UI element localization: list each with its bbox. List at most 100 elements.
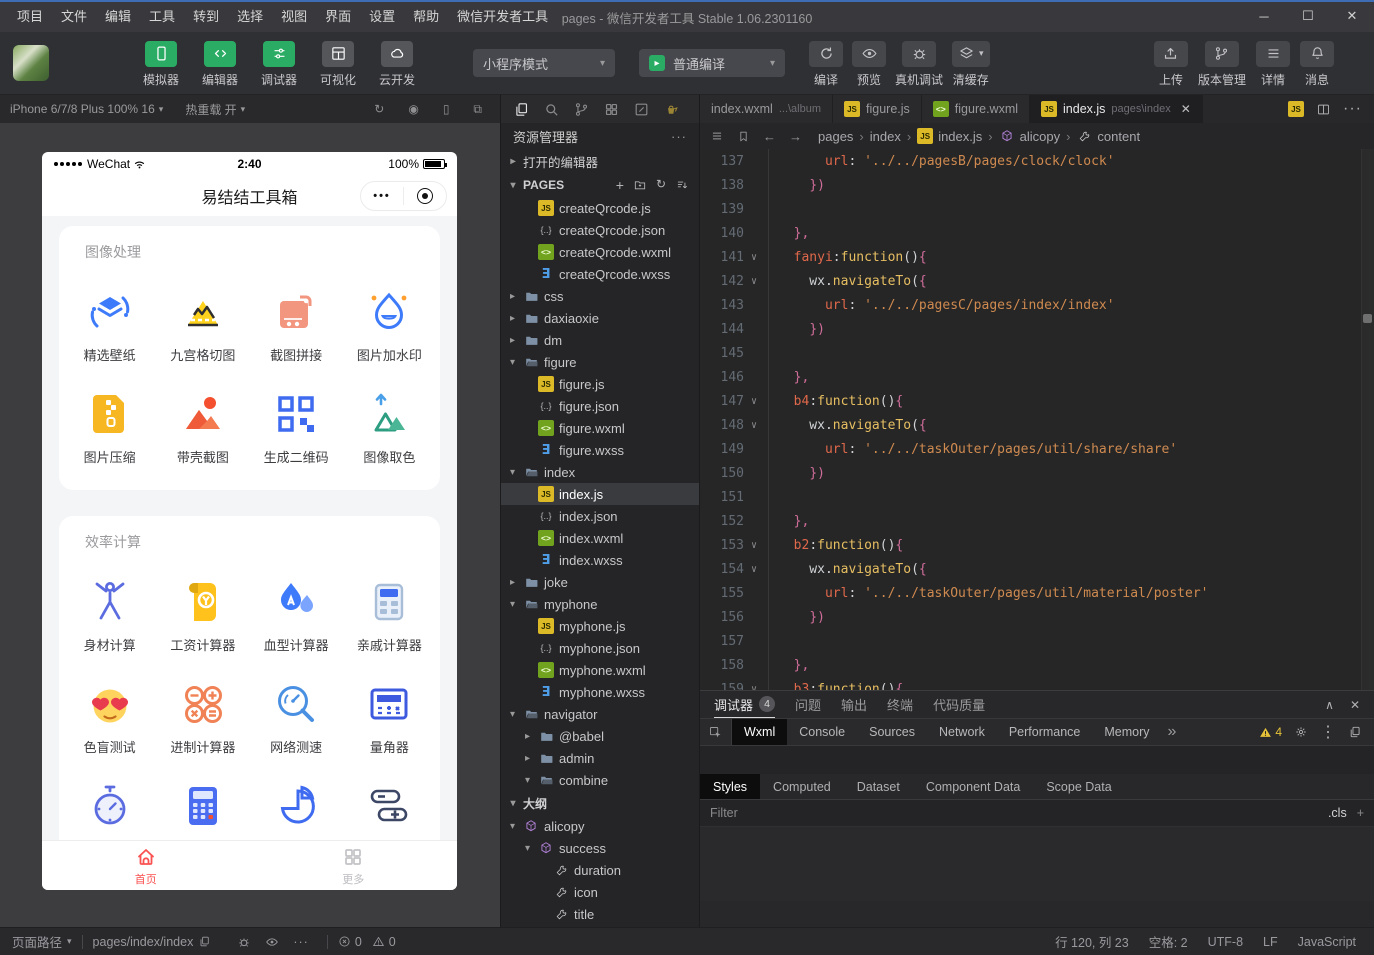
open-editors-section[interactable]: ▸ 打开的编辑器 <box>501 149 699 173</box>
close-miniapp-button[interactable] <box>404 188 446 204</box>
panel-tab[interactable]: 终端 <box>887 691 913 718</box>
tree-item[interactable]: ▸admin <box>501 747 699 769</box>
breadcrumb-item[interactable]: pages <box>818 129 853 144</box>
code-line[interactable]: 157 <box>700 629 1374 653</box>
gear-icon[interactable] <box>1294 725 1308 739</box>
styles-tab-styles[interactable]: Styles <box>700 774 760 799</box>
tree-item[interactable]: ▸@babel <box>501 725 699 747</box>
panel-tab[interactable]: 输出 <box>841 691 867 718</box>
inspect-element-icon[interactable] <box>700 719 732 745</box>
action-bug[interactable]: 真机调试 <box>895 41 943 88</box>
tree-item[interactable]: ▾combine <box>501 769 699 791</box>
code-line[interactable]: 158 }, <box>700 653 1374 677</box>
tool-grid-item[interactable]: 色盲测试 <box>63 680 156 756</box>
more-menu-button[interactable]: ••• <box>361 190 403 202</box>
preview-icon[interactable] <box>265 935 279 949</box>
tool-grid-item[interactable]: 图片加水印 <box>343 288 436 364</box>
fold-chevron-icon[interactable]: ∨ <box>744 276 764 287</box>
copy-icon[interactable] <box>198 935 211 948</box>
menu-item[interactable]: 设置 <box>360 3 404 31</box>
tree-item[interactable]: JSfigure.js <box>501 373 699 395</box>
tree-item[interactable]: ▾index <box>501 461 699 483</box>
action-branch[interactable]: 版本管理 <box>1198 41 1246 88</box>
devtools-tab-network[interactable]: Network <box>927 719 997 745</box>
breadcrumb-item[interactable]: JSindex.js <box>917 128 982 144</box>
menu-item[interactable]: 界面 <box>316 3 360 31</box>
tool-grid-item[interactable]: 带壳截图 <box>156 390 249 466</box>
devtools-tab-performance[interactable]: Performance <box>997 719 1093 745</box>
tree-item[interactable]: {..}createQrcode.json <box>501 219 699 241</box>
code-line[interactable]: 148∨ wx.navigateTo({ <box>700 413 1374 437</box>
tool-grid-item[interactable]: 网络测速 <box>250 680 343 756</box>
panel-collapse-icon[interactable]: ∧ <box>1325 698 1334 712</box>
record-icon[interactable]: ◉ <box>408 102 418 116</box>
panel-tab[interactable]: 问题 <box>795 691 821 718</box>
tool-grid-item[interactable]: 生成二维码 <box>250 390 343 466</box>
code-line[interactable]: 141∨ fanyi:function(){ <box>700 245 1374 269</box>
fold-chevron-icon[interactable]: ∨ <box>744 540 764 551</box>
more-actions-icon[interactable]: ··· <box>1343 100 1362 118</box>
menu-item[interactable]: 工具 <box>140 3 184 31</box>
code-line[interactable]: 153∨ b2:function(){ <box>700 533 1374 557</box>
problems-counter[interactable]: 0 0 <box>338 935 396 949</box>
breadcrumb-item[interactable]: index <box>870 129 901 144</box>
code-line[interactable]: 138 }) <box>700 173 1374 197</box>
panel-tab[interactable]: 调试器4 <box>714 691 775 718</box>
debug-icon[interactable] <box>237 935 251 949</box>
tool-grid-item[interactable]: 亲戚计算器 <box>343 578 436 654</box>
code-line[interactable]: 156 }) <box>700 605 1374 629</box>
fold-chevron-icon[interactable]: ∨ <box>744 420 764 431</box>
tool-grid-item[interactable]: 精选壁纸 <box>63 288 156 364</box>
toolbar-button-layout[interactable]: 可视化 <box>314 41 362 88</box>
tool-grid-item[interactable]: 量角器 <box>343 680 436 756</box>
tabs-overflow-icon[interactable]: » <box>1162 719 1183 745</box>
menu-item[interactable]: 项目 <box>8 3 52 31</box>
tree-item[interactable]: JSindex.js <box>501 483 699 505</box>
tree-item[interactable]: ▸joke <box>501 571 699 593</box>
editor-tab[interactable]: <>figure.wxml <box>922 95 1030 123</box>
code-line[interactable]: 152 }, <box>700 509 1374 533</box>
tool-grid-item[interactable]: 截图拼接 <box>250 288 343 364</box>
tree-item[interactable]: ▸css <box>501 285 699 307</box>
action-eye[interactable]: 预览 <box>852 41 886 88</box>
menu-item[interactable]: 文件 <box>52 3 96 31</box>
refresh-icon[interactable]: ↻ <box>656 177 666 193</box>
tree-item[interactable]: Ǝfigure.wxss <box>501 439 699 461</box>
code-line[interactable]: 137 url: '../../pagesB/pages/clock/clock… <box>700 149 1374 173</box>
encoding-setting[interactable]: UTF-8 <box>1208 935 1243 949</box>
js-file-icon[interactable]: JS <box>1288 101 1304 117</box>
fold-chevron-icon[interactable]: ∨ <box>744 564 764 575</box>
tool-grid-item[interactable]: 血型计算器 <box>250 578 343 654</box>
search-icon[interactable] <box>543 101 560 118</box>
eol-setting[interactable]: LF <box>1263 935 1278 949</box>
phone-tab-home[interactable]: 首页 <box>42 841 250 890</box>
close-button[interactable]: ✕ <box>1330 2 1374 30</box>
project-section[interactable]: ▾ PAGES +↻ <box>501 173 699 197</box>
tool-grid-item[interactable]: 随机数字 <box>250 782 343 840</box>
minimize-button[interactable]: ─ <box>1242 2 1286 30</box>
tool-grid-item[interactable]: 图片压缩 <box>63 390 156 466</box>
tree-item[interactable]: <>index.wxml <box>501 527 699 549</box>
code-line[interactable]: 155 url: '../../taskOuter/pages/util/mat… <box>700 581 1374 605</box>
tree-item[interactable]: <>figure.wxml <box>501 417 699 439</box>
multi-window-icon[interactable]: ⧉ <box>473 102 482 117</box>
tree-item[interactable]: Ǝmyphone.wxss <box>501 681 699 703</box>
extensions-icon[interactable] <box>603 101 620 118</box>
menu-item[interactable]: 编辑 <box>96 3 140 31</box>
code-line[interactable]: 143 url: '../../pagesC/pages/index/index… <box>700 293 1374 317</box>
tree-item[interactable]: ▸dm <box>501 329 699 351</box>
code-line[interactable]: 154∨ wx.navigateTo({ <box>700 557 1374 581</box>
popout-window-icon[interactable] <box>1348 725 1362 739</box>
hot-reload-toggle[interactable]: 热重载 开 ▾ <box>185 101 245 118</box>
tree-item[interactable]: ▾alicopy <box>501 815 699 837</box>
code-line[interactable]: 146 }, <box>700 365 1374 389</box>
menu-item[interactable]: 视图 <box>272 3 316 31</box>
nav-forward-icon[interactable]: → <box>789 129 802 144</box>
code-line[interactable]: 142∨ wx.navigateTo({ <box>700 269 1374 293</box>
tree-item[interactable]: JScreateQrcode.js <box>501 197 699 219</box>
tree-item[interactable]: JSmyphone.js <box>501 615 699 637</box>
phone-tab-grid4[interactable]: 更多 <box>250 841 458 890</box>
tree-item[interactable]: ▾success <box>501 837 699 859</box>
styles-tab-component-data[interactable]: Component Data <box>913 774 1034 799</box>
action-lines[interactable]: 详情 <box>1256 41 1290 88</box>
